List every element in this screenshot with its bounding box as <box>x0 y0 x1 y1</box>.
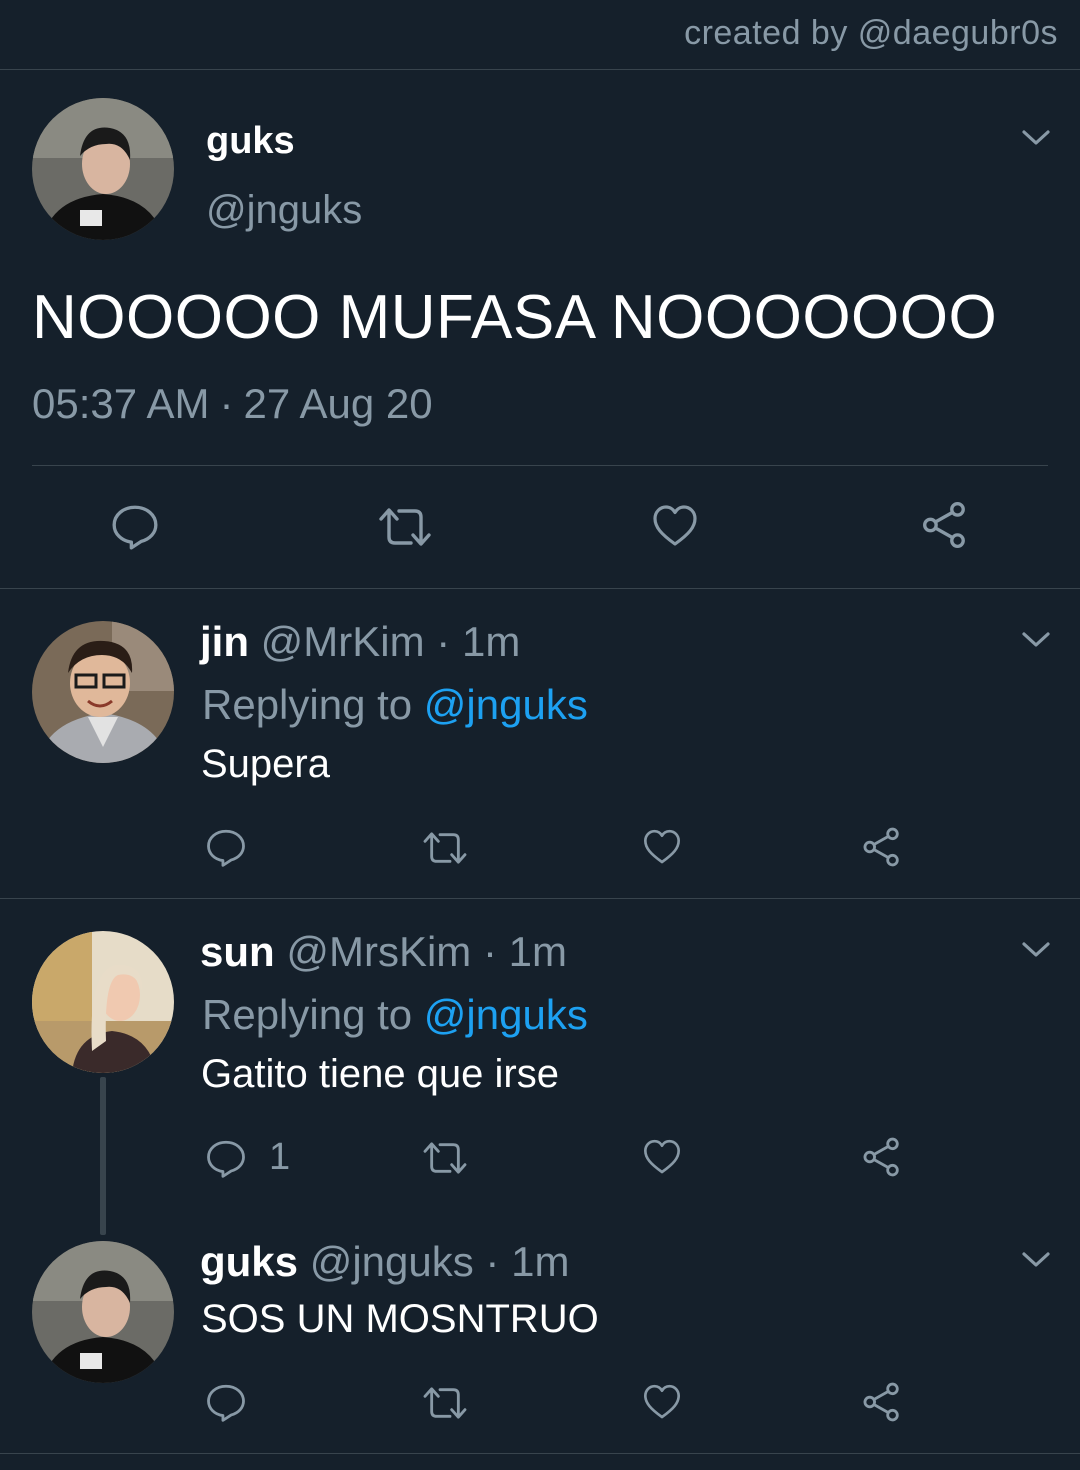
time-separator: · <box>482 928 497 975</box>
avatar[interactable] <box>32 98 174 240</box>
reply-button[interactable] <box>110 501 160 551</box>
main-tweet-divider <box>0 588 1080 589</box>
author-handle[interactable]: @MrsKim <box>286 928 471 975</box>
share-button[interactable] <box>861 1136 903 1178</box>
chevron-down-icon[interactable] <box>1021 128 1051 148</box>
reply-button[interactable] <box>205 1381 247 1423</box>
retweet-button[interactable] <box>420 1383 470 1423</box>
retweet-button[interactable] <box>420 1138 470 1178</box>
reply-button[interactable] <box>205 826 247 868</box>
time-separator: · <box>485 1238 500 1285</box>
credit-text: created by @daegubr0s <box>684 14 1058 52</box>
reply-header: sun @MrsKim · 1m <box>200 928 567 976</box>
replying-to: Replying to @jnguks <box>202 681 588 729</box>
author-handle[interactable]: @jnguks <box>206 188 362 233</box>
retweet-icon <box>420 1138 470 1178</box>
tweet-text: NOOOOO MUFASA NOOOOOOO <box>32 283 998 352</box>
replying-to-link[interactable]: @jnguks <box>424 991 588 1038</box>
header-divider <box>0 69 1080 70</box>
replying-label: Replying to <box>202 681 413 728</box>
share-icon <box>861 1136 903 1178</box>
like-icon <box>641 1382 683 1422</box>
reply-icon <box>205 1137 247 1179</box>
time-separator: · <box>219 380 234 427</box>
author-name[interactable]: jin <box>200 618 249 665</box>
tweet-date: 27 Aug 20 <box>243 380 433 427</box>
replying-to-link[interactable]: @jnguks <box>424 681 588 728</box>
chevron-down-icon[interactable] <box>1021 1250 1051 1270</box>
author-handle[interactable]: @MrKim <box>261 618 425 665</box>
retweet-button[interactable] <box>374 503 436 551</box>
reply-text: Gatito tiene que irse <box>201 1052 559 1096</box>
reply-button[interactable]: 1 <box>205 1136 290 1179</box>
reply-icon <box>205 826 247 868</box>
share-icon <box>920 500 970 550</box>
retweet-icon <box>374 503 436 551</box>
like-button[interactable] <box>650 502 700 550</box>
reply-time: 1m <box>511 1238 570 1285</box>
share-button[interactable] <box>861 1381 903 1423</box>
avatar[interactable] <box>32 1241 174 1383</box>
reply-header: jin @MrKim · 1m <box>200 618 520 666</box>
thread-line <box>100 1077 106 1235</box>
replying-to: Replying to @jnguks <box>202 991 588 1039</box>
tweet-timestamp: 05:37 AM · 27 Aug 20 <box>32 380 433 428</box>
share-icon <box>861 826 903 868</box>
like-icon <box>641 827 683 867</box>
tweet-time: 05:37 AM <box>32 380 210 427</box>
reply-icon <box>205 1381 247 1423</box>
avatar[interactable] <box>32 621 174 763</box>
author-name[interactable]: sun <box>200 928 275 975</box>
time-separator: · <box>436 618 451 665</box>
reply-text: SOS UN MOSNTRUO <box>201 1297 599 1341</box>
chevron-down-icon[interactable] <box>1021 630 1051 650</box>
reply-divider <box>0 898 1080 899</box>
retweet-button[interactable] <box>420 828 470 868</box>
like-button[interactable] <box>641 1382 683 1422</box>
reply-time: 1m <box>508 928 567 975</box>
like-icon <box>650 502 700 550</box>
reply-icon <box>110 501 160 551</box>
reply-header: guks @jnguks · 1m <box>200 1238 569 1286</box>
reply-text: Supera <box>201 742 330 786</box>
like-button[interactable] <box>641 827 683 867</box>
author-handle[interactable]: @jnguks <box>310 1238 474 1285</box>
tweet-inner-divider <box>32 465 1048 466</box>
author-name[interactable]: guks <box>206 120 295 163</box>
avatar[interactable] <box>32 931 174 1073</box>
retweet-icon <box>420 1383 470 1423</box>
retweet-icon <box>420 828 470 868</box>
chevron-down-icon[interactable] <box>1021 940 1051 960</box>
share-button[interactable] <box>920 500 970 550</box>
replying-label: Replying to <box>202 991 413 1038</box>
reply-divider <box>0 1453 1080 1454</box>
share-icon <box>861 1381 903 1423</box>
author-name[interactable]: guks <box>200 1238 298 1285</box>
like-icon <box>641 1137 683 1177</box>
like-button[interactable] <box>641 1137 683 1177</box>
reply-count: 1 <box>269 1136 291 1178</box>
reply-time: 1m <box>461 618 521 665</box>
share-button[interactable] <box>861 826 903 868</box>
